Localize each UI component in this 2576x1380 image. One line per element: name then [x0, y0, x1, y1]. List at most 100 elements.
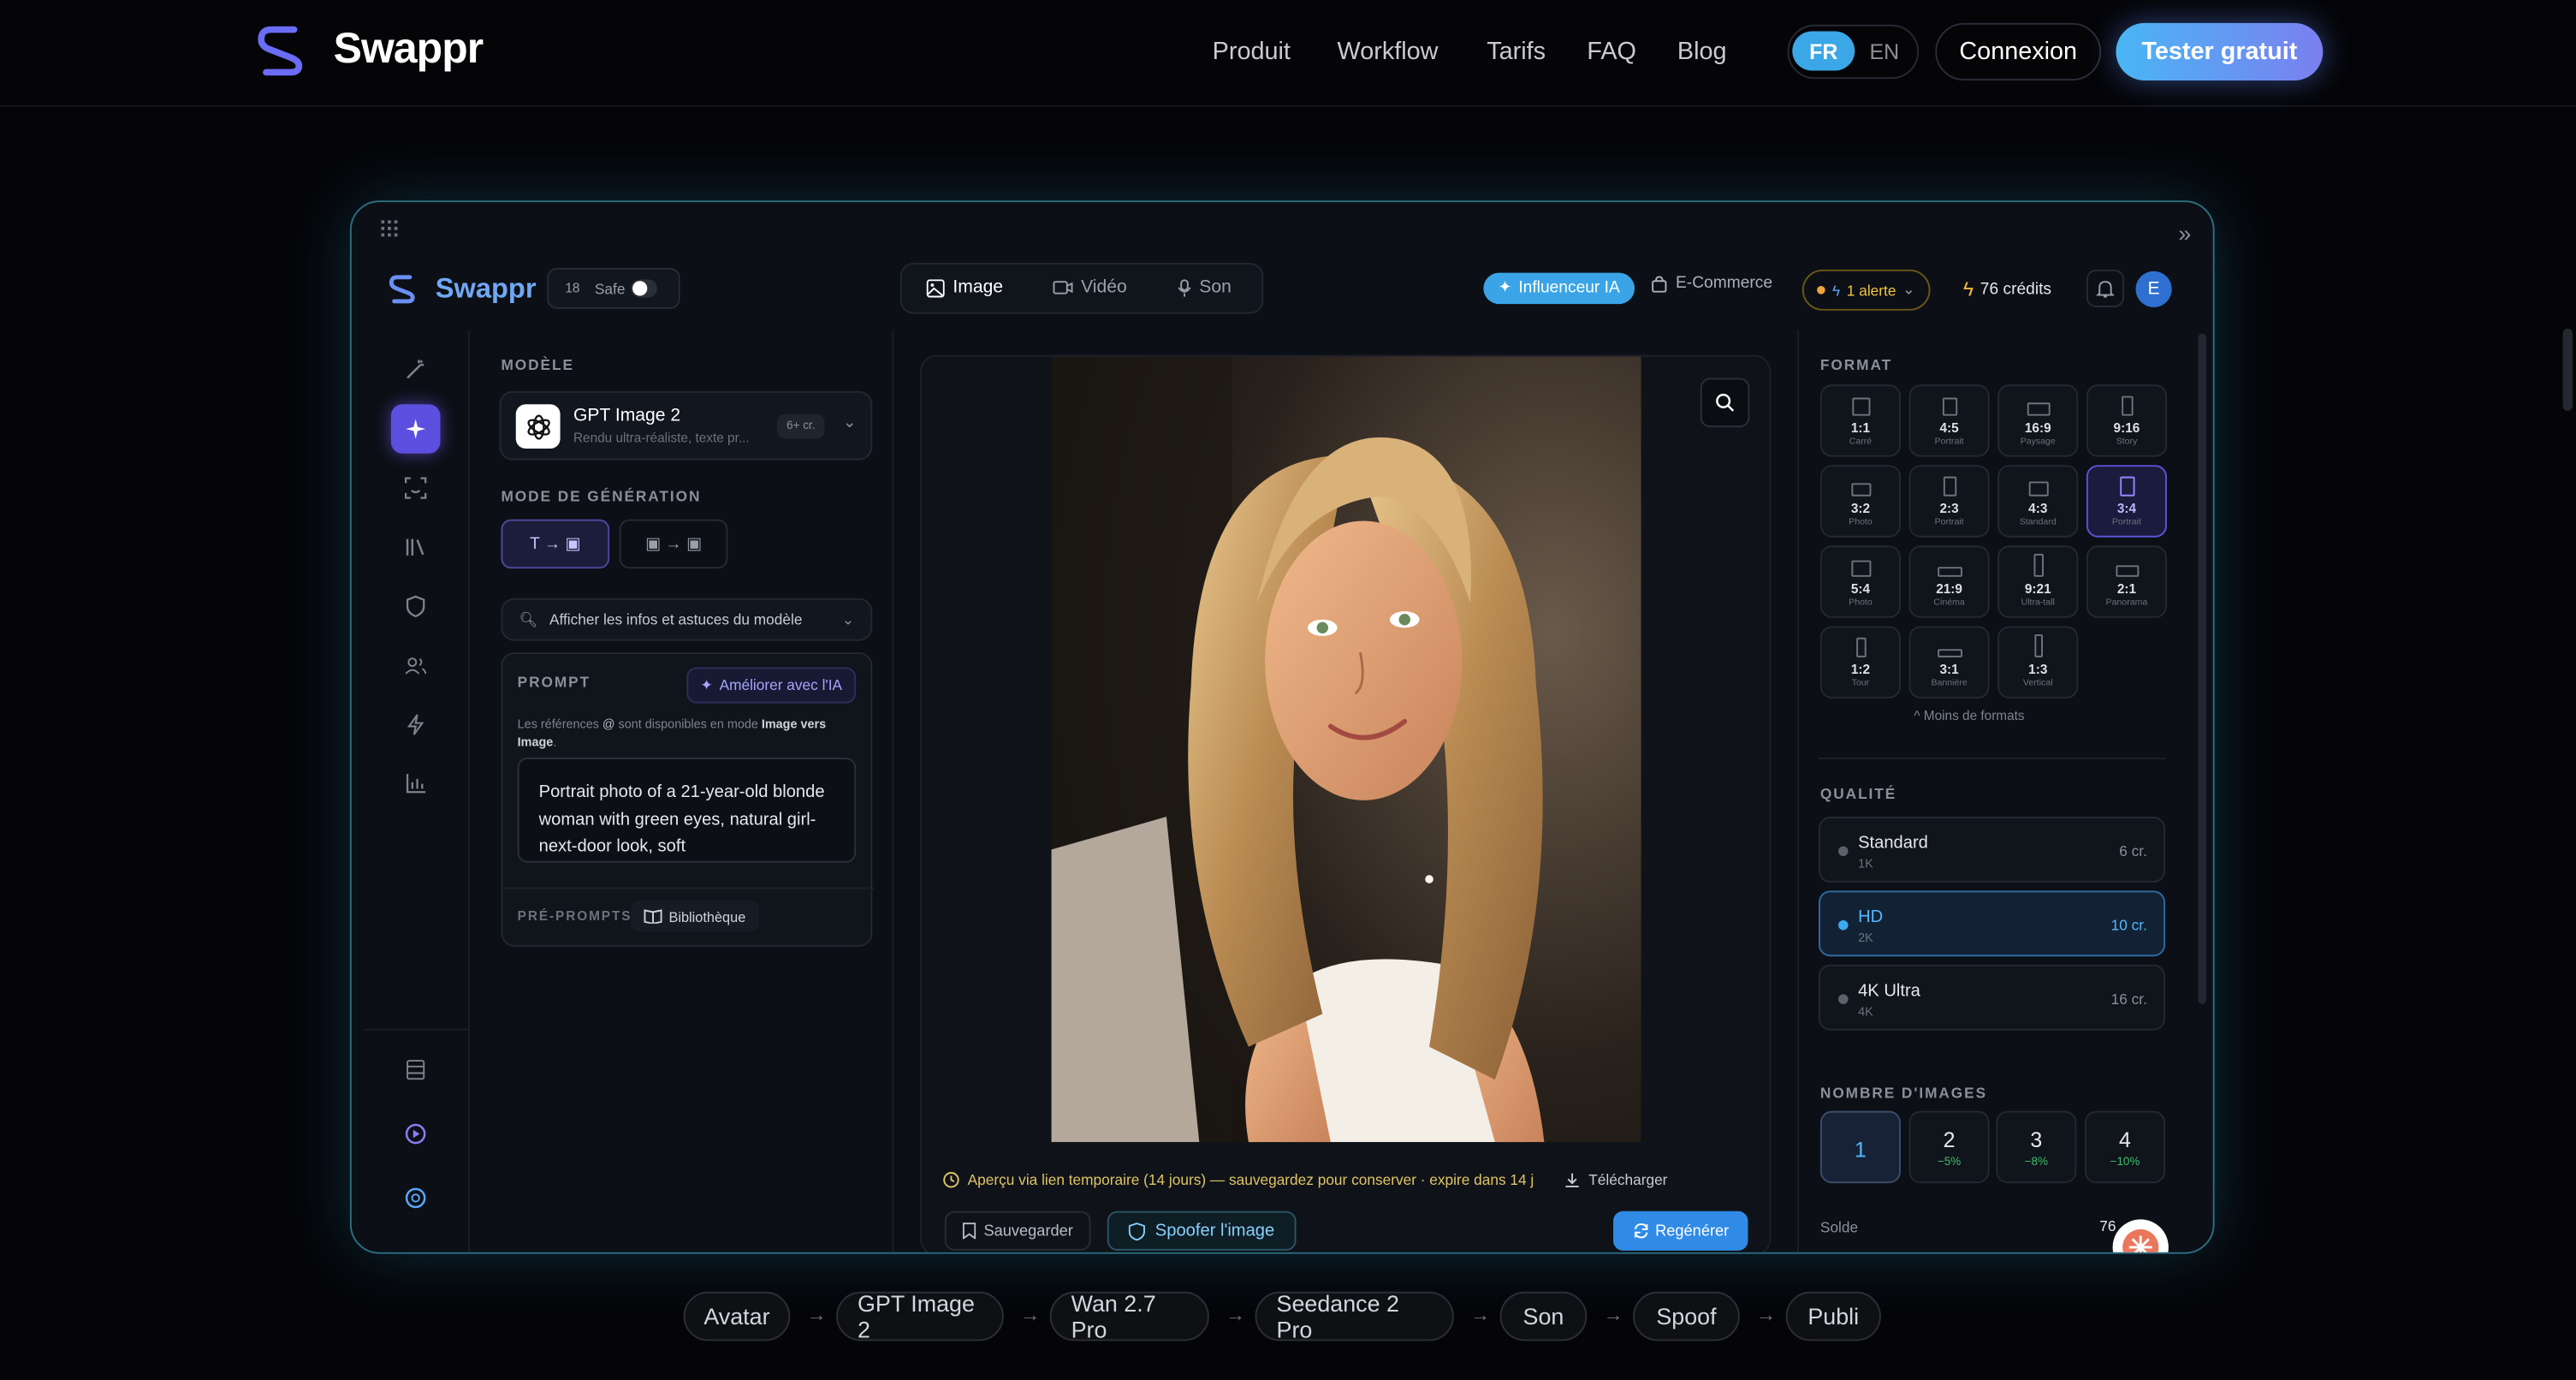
grid-icon[interactable] [381, 220, 398, 237]
mode-image-to-image[interactable]: ▣ → ▣ [619, 519, 728, 569]
credits-balance[interactable]: ϟ 76 crédits [1963, 277, 2051, 300]
pipeline-step-avatar[interactable]: Avatar [683, 1291, 791, 1341]
lang-fr-button[interactable]: FR [1792, 31, 1855, 71]
rail-shield[interactable] [391, 582, 441, 632]
swappr-logo-icon[interactable] [255, 21, 307, 80]
format-name: Ultra-tall [2021, 598, 2055, 609]
bag-icon [1652, 275, 1667, 292]
format-ratio: 16:9 [2024, 420, 2051, 436]
pipeline-step-son[interactable]: Son [1499, 1291, 1588, 1341]
format-option[interactable]: 1:3 Vertical [1997, 626, 2079, 699]
count-option-2[interactable]: 2 −5% [1908, 1110, 1990, 1184]
lang-en-button[interactable]: EN [1858, 31, 1910, 70]
format-option[interactable]: 4:3 Standard [1997, 465, 2079, 538]
save-button[interactable]: Sauvegarder [944, 1210, 1091, 1251]
note-end: . [553, 735, 557, 750]
rail-film[interactable] [391, 1045, 441, 1095]
rail-support[interactable] [391, 1174, 441, 1223]
aspect-ratio-icon [1855, 637, 1866, 657]
influencer-ai-tab[interactable]: ✦ Influenceur IA [1483, 272, 1635, 305]
zoom-button[interactable] [1700, 378, 1750, 428]
count-option-1[interactable]: 1 [1819, 1110, 1901, 1184]
toggle-switch[interactable] [631, 279, 657, 298]
download-button[interactable]: Télécharger [1564, 1172, 1667, 1188]
format-option[interactable]: 3:4 Portrait [2086, 465, 2167, 538]
ecommerce-label: E-Commerce [1675, 274, 1773, 293]
nav-workflow[interactable]: Workflow [1338, 38, 1439, 66]
try-free-button[interactable]: Tester gratuit [2116, 22, 2324, 81]
format-option[interactable]: 21:9 Cinéma [1908, 545, 1990, 618]
quality-hd[interactable]: HD 2K 10 cr. [1818, 890, 2166, 957]
safe-mode-toggle[interactable]: 18 Safe [547, 267, 680, 309]
format-option[interactable]: 1:1 Carré [1819, 384, 1901, 457]
model-description: Rendu ultra-réaliste, texte pr... [573, 430, 750, 446]
nav-produit[interactable]: Produit [1213, 38, 1291, 66]
pipeline-step-publi[interactable]: Publi [1785, 1291, 1881, 1341]
prompt-textarea[interactable]: Portrait photo of a 21-year-old blonde w… [517, 757, 857, 863]
rail-magic-wand[interactable] [391, 345, 441, 395]
tab-sound[interactable]: Son [1178, 277, 1232, 297]
format-option[interactable]: 1:2 Tour [1819, 626, 1901, 699]
rail-play[interactable] [391, 1109, 441, 1159]
spoof-image-button[interactable]: Spoofer l'image [1107, 1210, 1297, 1251]
tab-video[interactable]: Vidéo [1053, 277, 1127, 297]
arrow-right-icon: → [1470, 1303, 1491, 1327]
model-tips-dropdown[interactable]: 🔍︎ Afficher les infos et astuces du modè… [501, 598, 873, 641]
rail-lightning[interactable] [391, 700, 441, 750]
format-ratio: 3:2 [1850, 501, 1871, 516]
quality-4k-ultra[interactable]: 4K Ultra 4K 16 cr. [1818, 964, 2166, 1031]
format-option[interactable]: 2:3 Portrait [1908, 465, 1990, 538]
nav-blog[interactable]: Blog [1677, 38, 1727, 66]
improve-with-ai-button[interactable]: ✦ Améliorer avec l'IA [686, 667, 857, 704]
lifebuoy-icon [405, 1187, 426, 1209]
mode-text-to-image[interactable]: T → ▣ [501, 519, 610, 569]
format-option[interactable]: 9:16 Story [2086, 384, 2167, 457]
login-button[interactable]: Connexion [1935, 22, 2102, 81]
format-option[interactable]: 2:1 Panorama [2086, 545, 2167, 618]
note-at-symbol: @ [602, 716, 615, 732]
count-option-3[interactable]: 3 −8% [1996, 1110, 2077, 1184]
rail-face-swap[interactable] [391, 463, 441, 513]
generated-portrait-image[interactable] [1051, 356, 1641, 1143]
ecommerce-tab[interactable]: E-Commerce [1651, 275, 1772, 293]
pipeline-step-wan[interactable]: Wan 2.7 Pro [1049, 1290, 1209, 1342]
quality-standard[interactable]: Standard 1K 6 cr. [1818, 817, 2166, 883]
app-logo-icon[interactable] [388, 271, 418, 307]
arrow-right-icon: → [1756, 1303, 1777, 1327]
pipeline-step-spoof[interactable]: Spoof [1633, 1291, 1740, 1341]
alerts-dropdown[interactable]: ϟ 1 alerte ⌄ [1801, 269, 1931, 311]
nav-faq[interactable]: FAQ [1587, 38, 1636, 66]
bookmark-icon [962, 1222, 976, 1240]
format-divider [1818, 757, 2166, 759]
format-option[interactable]: 16:9 Paysage [1997, 384, 2079, 457]
format-option[interactable]: 4:5 Portrait [1908, 384, 1990, 457]
pipeline-step-gpt-image[interactable]: GPT Image 2 [836, 1290, 1004, 1342]
pipeline-step-seedance[interactable]: Seedance 2 Pro [1255, 1290, 1454, 1342]
aspect-ratio-icon [2026, 402, 2050, 416]
regenerate-button[interactable]: Regénérer [1613, 1210, 1748, 1251]
user-avatar[interactable]: E [2135, 271, 2172, 307]
rail-users[interactable] [391, 641, 441, 691]
panel-scrollbar[interactable] [2198, 333, 2207, 1004]
format-option[interactable]: 5:4 Photo [1819, 545, 1901, 618]
count-option-4[interactable]: 4 −10% [2084, 1110, 2166, 1184]
format-option[interactable]: 3:2 Photo [1819, 465, 1901, 538]
fewer-formats-link[interactable]: ^ Moins de formats [1914, 708, 2024, 723]
rail-library[interactable] [391, 522, 441, 572]
chevron-down-icon: ⌄ [1902, 281, 1915, 298]
tab-image[interactable]: Image [926, 277, 1003, 297]
library-button[interactable]: Bibliothèque [631, 900, 759, 932]
model-selector[interactable]: GPT Image 2 Rendu ultra-réaliste, texte … [499, 390, 873, 461]
rail-analytics[interactable] [391, 759, 441, 809]
page-scrollbar[interactable] [2562, 328, 2573, 411]
format-option[interactable]: 9:21 Ultra-tall [1997, 545, 2079, 618]
nav-tarifs[interactable]: Tarifs [1487, 38, 1546, 66]
notifications-button[interactable] [2086, 269, 2125, 307]
expand-chevrons-icon[interactable]: » [2178, 220, 2191, 247]
count-number: 1 [1854, 1137, 1867, 1163]
bolt-icon: ϟ [1831, 282, 1841, 299]
format-option[interactable]: 3:1 Bannière [1908, 626, 1990, 699]
rail-generate-image[interactable] [390, 404, 441, 454]
brand-name[interactable]: Swappr [334, 23, 484, 74]
format-ratio: 2:1 [2116, 581, 2137, 597]
